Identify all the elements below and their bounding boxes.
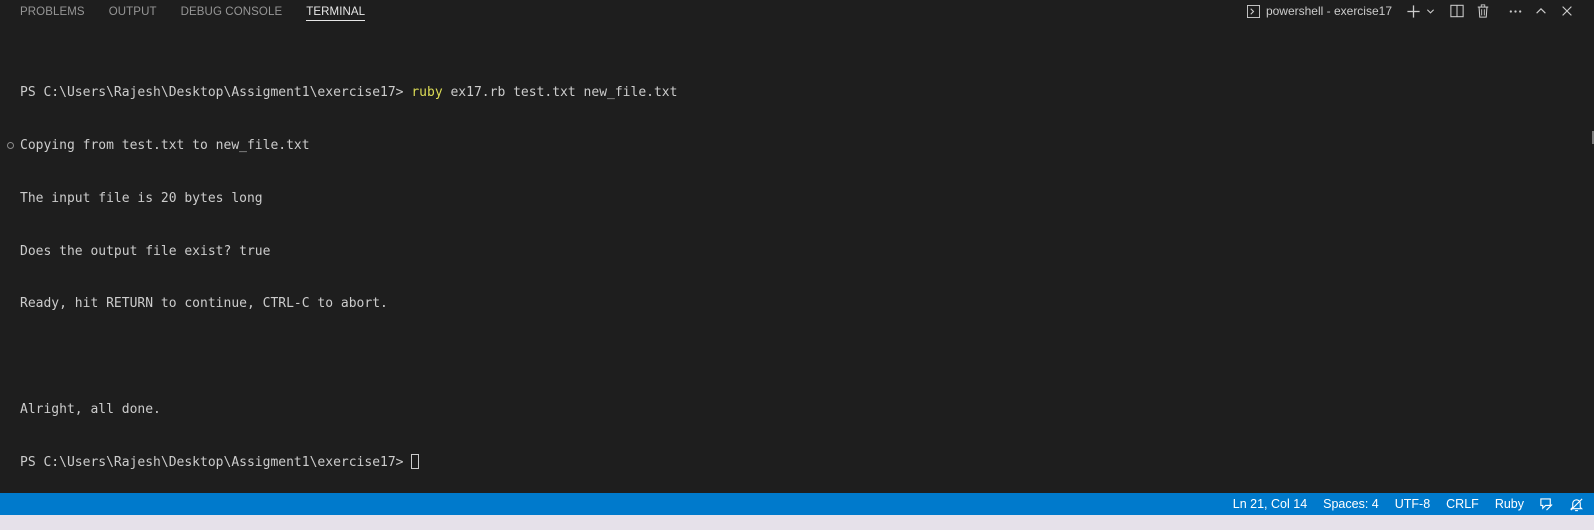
terminal-prompt-line: PS C:\Users\Rajesh\Desktop\Assigment1\ex… (20, 453, 1560, 472)
notifications-off-icon[interactable] (1568, 496, 1584, 512)
terminal-final-prompt: PS C:\Users\Rajesh\Desktop\Assigment1\ex… (20, 454, 412, 470)
terminal-selector[interactable]: powershell - exercise17 (1246, 4, 1392, 18)
maximize-panel-button[interactable] (1530, 0, 1552, 22)
terminal-output-line: Does the output file exist? true (20, 243, 271, 259)
terminal-selector-label: powershell - exercise17 (1265, 4, 1392, 18)
terminal-command-args: ex17.rb test.txt new_file.txt (442, 85, 678, 101)
cursor-position[interactable]: Ln 21, Col 14 (1233, 493, 1307, 515)
terminal-output-line: The input file is 20 bytes long (20, 190, 263, 206)
indentation-setting[interactable]: Spaces: 4 (1323, 493, 1379, 515)
terminal-output[interactable]: PS C:\Users\Rajesh\Desktop\Assigment1\ex… (20, 49, 1560, 489)
tab-problems[interactable]: PROBLEMS (20, 0, 85, 26)
chevron-down-icon (1426, 8, 1434, 14)
tab-debug-console[interactable]: DEBUG CONSOLE (181, 0, 283, 26)
terminal-output-line: Ready, hit RETURN to continue, CTRL-C to… (20, 296, 388, 312)
terminal-output-line: Copying from test.txt to new_file.txt (20, 137, 310, 153)
terminal-output-line: Alright, all done. (20, 401, 161, 417)
plus-icon (1406, 4, 1420, 18)
panel-header: PROBLEMS OUTPUT DEBUG CONSOLE TERMINAL p… (0, 0, 1594, 26)
terminal-prompt-icon (1246, 4, 1260, 18)
more-actions-button[interactable] (1504, 0, 1526, 22)
chevron-up-icon (1536, 8, 1546, 14)
terminal-prompt: PS C:\Users\Rajesh\Desktop\Assigment1\ex… (20, 85, 412, 101)
new-terminal-button[interactable] (1402, 0, 1424, 22)
file-encoding[interactable]: UTF-8 (1395, 493, 1430, 515)
window-bottom-edge (0, 515, 1594, 530)
language-mode[interactable]: Ruby (1495, 493, 1524, 515)
close-icon (1562, 6, 1572, 16)
split-icon (1450, 4, 1464, 18)
panel-actions: powershell - exercise17 (1246, 0, 1578, 22)
trash-icon (1477, 4, 1489, 18)
tab-terminal[interactable]: TERMINAL (306, 0, 366, 21)
tab-output[interactable]: OUTPUT (109, 0, 157, 26)
split-terminal-button[interactable] (1446, 0, 1468, 22)
terminal-cursor (411, 453, 420, 469)
command-decoration-icon[interactable] (7, 142, 14, 149)
terminal-command-line: PS C:\Users\Rajesh\Desktop\Assigment1\ex… (20, 84, 1560, 102)
end-of-line[interactable]: CRLF (1446, 493, 1479, 515)
kill-terminal-button[interactable] (1472, 0, 1494, 22)
panel-tabs: PROBLEMS OUTPUT DEBUG CONSOLE TERMINAL (20, 0, 389, 26)
ellipsis-icon (1509, 9, 1521, 13)
terminal-command-word: ruby (411, 85, 443, 101)
status-bar: Ln 21, Col 14 Spaces: 4 UTF-8 CRLF Ruby (0, 493, 1594, 515)
feedback-icon[interactable] (1538, 496, 1554, 512)
status-bar-right: Ln 21, Col 14 Spaces: 4 UTF-8 CRLF Ruby (1217, 493, 1584, 515)
close-panel-button[interactable] (1556, 0, 1578, 22)
launch-profile-button[interactable] (1424, 0, 1436, 22)
